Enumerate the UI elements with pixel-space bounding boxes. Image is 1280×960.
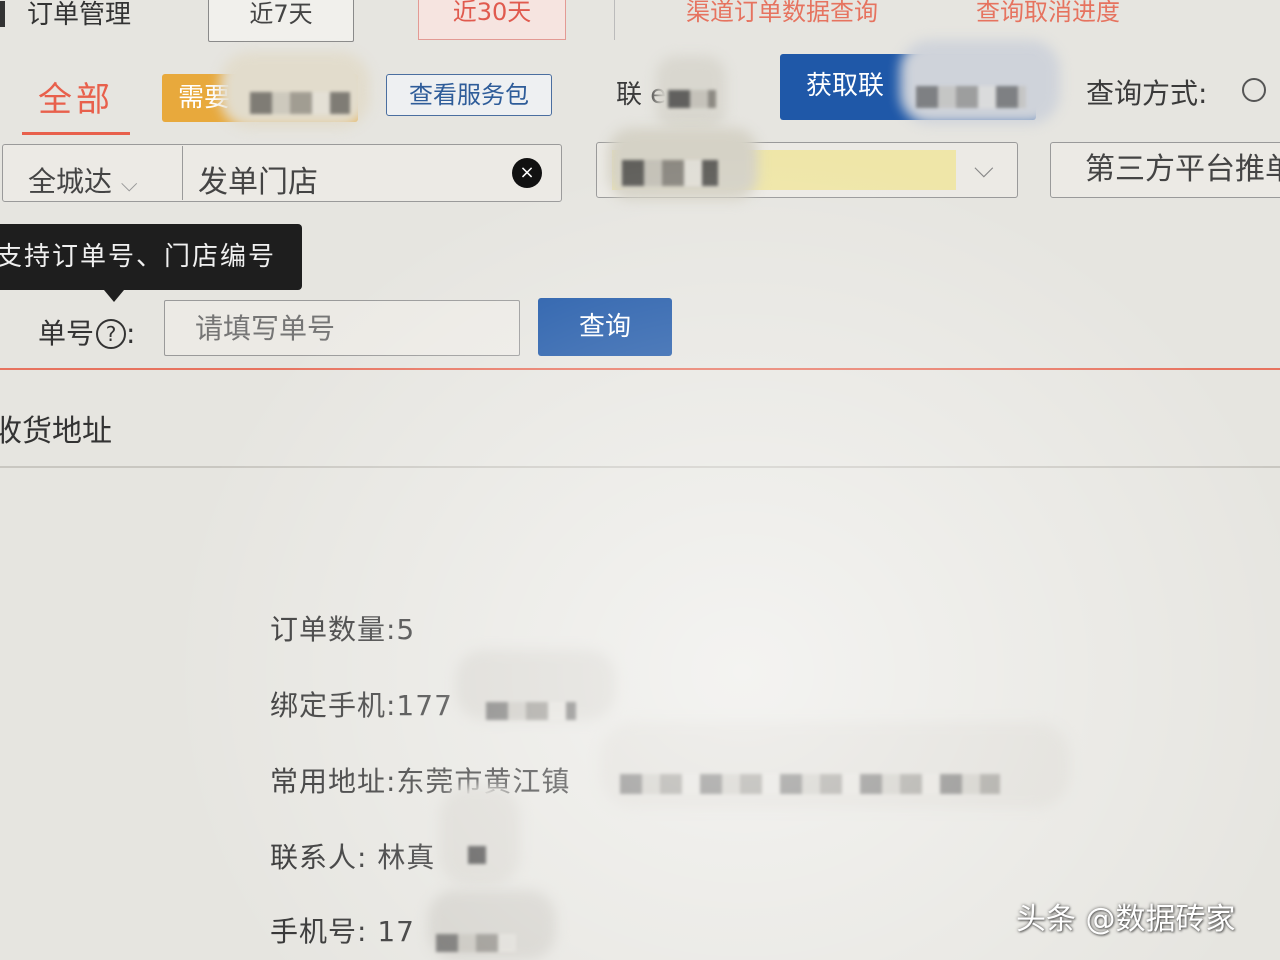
chevron-down-icon: ⌵ — [120, 172, 138, 197]
redaction-blur — [220, 52, 370, 128]
range-30-days-button[interactable]: 近30天 — [418, 0, 566, 40]
clear-icon[interactable]: × — [512, 158, 542, 188]
select-divider — [182, 146, 183, 200]
bound-phone: 绑定手机:177 — [270, 689, 453, 722]
tab-all[interactable]: 全部 — [38, 72, 114, 121]
view-service-package-button[interactable]: 查看服务包 — [386, 74, 552, 116]
carrier-select[interactable]: 全城达 ⌵ — [28, 160, 138, 200]
store-select[interactable]: 发单门店 — [198, 157, 318, 201]
redaction-mosaic — [468, 846, 486, 864]
query-mode-label: 查询方式: — [1086, 77, 1208, 110]
range-7-days-button[interactable]: 近7天 — [208, 0, 354, 42]
redaction-mosaic — [486, 702, 576, 720]
chevron-down-icon: ⌵ — [974, 154, 994, 184]
common-address: 常用地址:东莞市黄江镇 — [270, 765, 571, 798]
redaction-blur — [600, 722, 1070, 808]
order-count: 订单数量:5 — [270, 613, 416, 646]
channel-orders-link[interactable]: 渠道订单数据查询 — [686, 0, 878, 27]
order-number-input[interactable] — [164, 300, 520, 356]
tooltip-arrow — [104, 290, 124, 302]
table-header-divider — [0, 466, 1280, 468]
tooltip: 支持订单号、门店编号 — [0, 224, 302, 290]
redaction-mosaic — [620, 774, 1000, 794]
redaction-mosaic — [668, 90, 716, 108]
divider — [614, 0, 615, 40]
platform-push-select[interactable]: 第三方平台推单 — [1050, 142, 1280, 198]
contact-person: 联系人: 林真 — [270, 841, 436, 874]
redaction-blur — [440, 786, 520, 886]
cancel-progress-link[interactable]: 查询取消进度 — [976, 0, 1120, 27]
page-title: 订单管理 — [0, 0, 131, 31]
tab-active-underline — [22, 132, 130, 135]
section-title: 收货地址 — [0, 414, 112, 449]
query-mode-radio[interactable] — [1242, 78, 1266, 102]
phone-number: 手机号: 17 — [270, 915, 415, 948]
redaction-mosaic — [916, 86, 1026, 108]
carrier-select-value: 全城达 — [28, 165, 113, 198]
order-number-label-text: 单号 — [38, 317, 95, 350]
redaction-blur — [900, 40, 1060, 124]
redaction-mosaic — [250, 92, 350, 114]
title-bar-marker — [0, 1, 5, 27]
page-title-text: 订单管理 — [27, 0, 132, 30]
redaction-mosaic — [436, 934, 516, 952]
order-number-label: 单号?: — [38, 317, 136, 350]
query-button[interactable]: 查询 — [538, 298, 672, 356]
section-divider — [0, 368, 1280, 370]
redaction-mosaic — [622, 160, 718, 186]
watermark: 头条 @数据砖家 — [1016, 902, 1236, 937]
help-icon[interactable]: ? — [96, 319, 127, 349]
